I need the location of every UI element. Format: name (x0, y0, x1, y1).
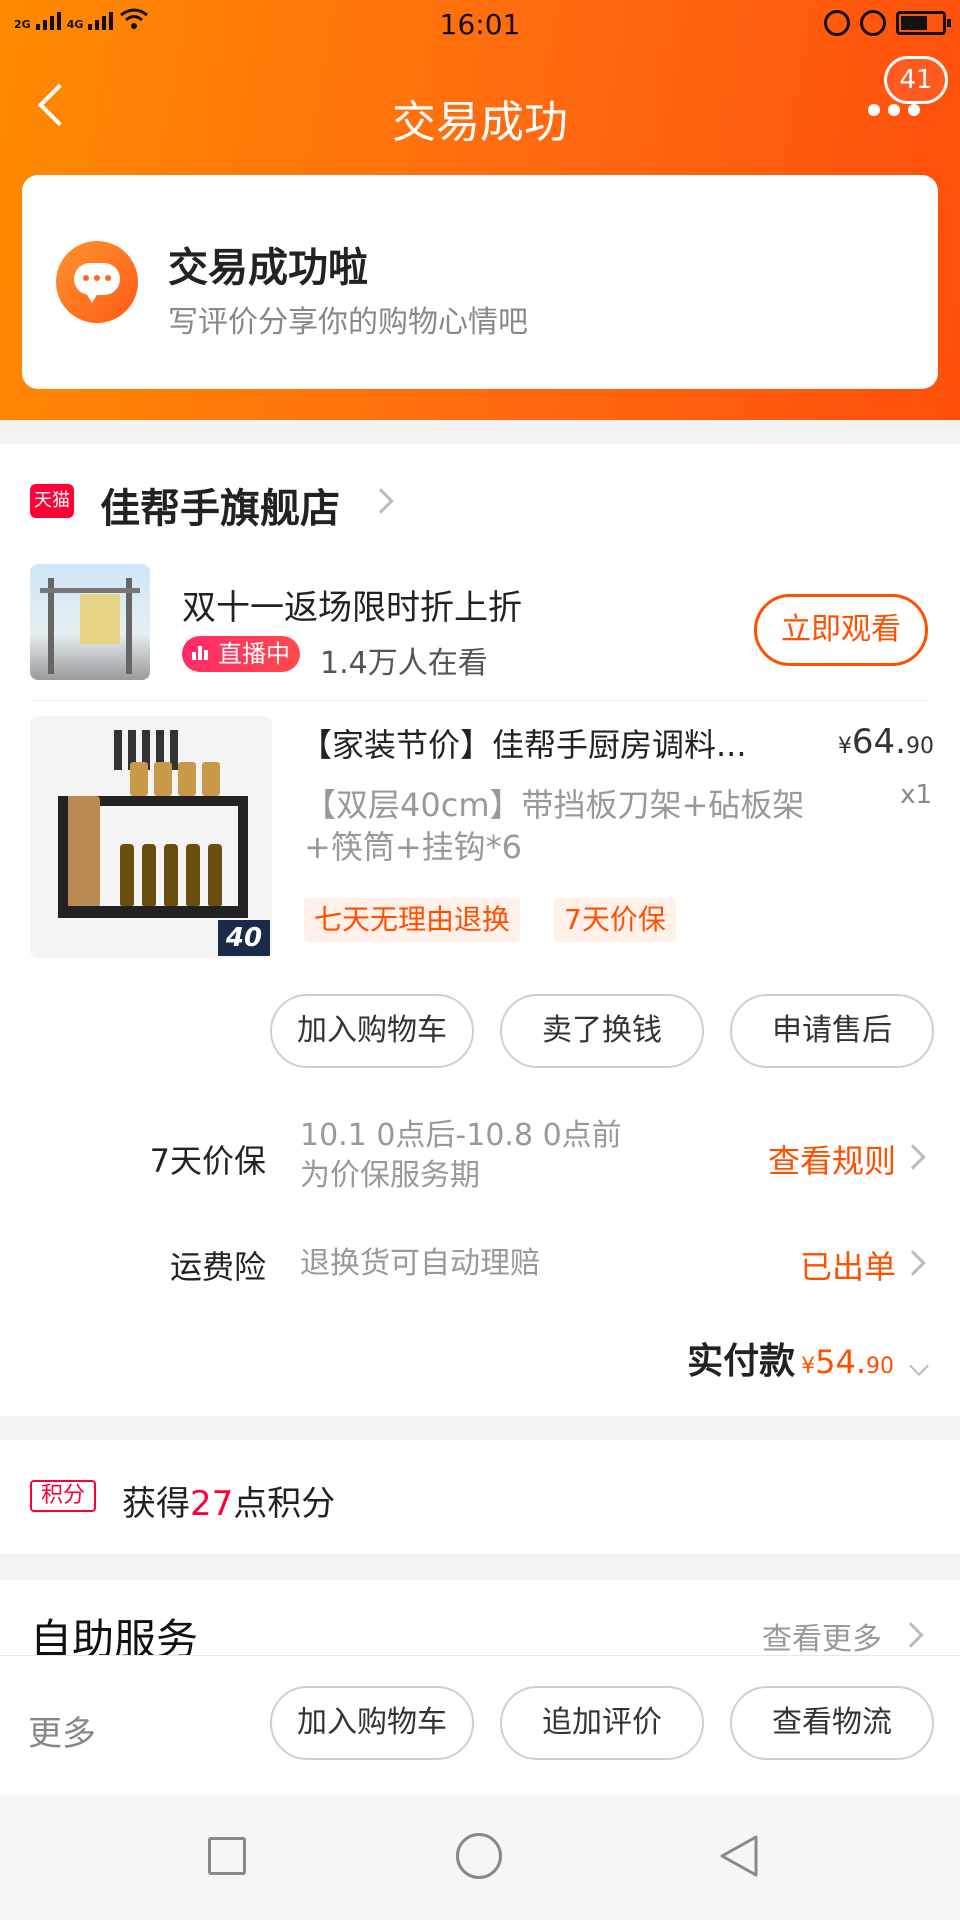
more-menu-icon[interactable] (868, 104, 920, 116)
points-card: 积分 获得27点积分 (0, 1440, 960, 1554)
points-icon: 积分 (30, 1480, 96, 1512)
equalizer-icon (192, 646, 208, 660)
shipping-insurance-desc: 退换货可自动理赔 (300, 1246, 540, 1281)
status-icons (824, 10, 951, 36)
watch-live-button[interactable]: 立即观看 (754, 594, 928, 666)
status-bar: 2G 4G 16:01 (0, 0, 960, 48)
chat-bubble-icon (56, 241, 138, 323)
view-logistics-button[interactable]: 查看物流 (730, 1686, 934, 1760)
divider (30, 700, 930, 701)
chevron-down-icon[interactable] (909, 1356, 929, 1376)
live-title[interactable]: 双十一返场限时折上折 (182, 580, 522, 629)
tmall-logo-icon: 天猫 (30, 484, 74, 518)
system-nav-bar (0, 1795, 960, 1920)
clock: 16:01 (439, 8, 521, 41)
page-title: 交易成功 (392, 97, 568, 148)
store-chevron-icon[interactable] (368, 488, 394, 514)
alarm-icon (860, 10, 886, 36)
price-protect-desc: 10.1 0点后-10.8 0点前为价保服务期 (300, 1118, 622, 1193)
success-title: 交易成功啦 (168, 245, 368, 291)
chevron-right-icon[interactable] (900, 1250, 926, 1276)
more-actions-button[interactable]: 更多 (28, 1706, 96, 1755)
live-watchers: 1.4万人在看 (320, 646, 488, 681)
return-policy-tag: 七天无理由退换 (304, 898, 521, 942)
points-text: 获得27点积分 (122, 1484, 336, 1524)
live-thumbnail[interactable] (30, 564, 150, 680)
view-more-link[interactable]: 查看更多 (762, 1614, 882, 1658)
store-name[interactable]: 佳帮手旗舰店 (100, 476, 340, 534)
product-quantity: x1 (900, 780, 932, 810)
battery-icon (896, 11, 951, 35)
view-rules-link[interactable]: 查看规则 (768, 1136, 896, 1182)
paid-amount: ¥54.90 (801, 1343, 894, 1381)
product-sku: 【双层40cm】带挡板刀架+砧板架+筷筒+挂钩*6 (304, 786, 805, 866)
price-protect-label: 7天价保 (149, 1142, 266, 1180)
add-review-button[interactable]: 追加评价 (500, 1686, 704, 1760)
resell-button[interactable]: 卖了换钱 (500, 994, 704, 1068)
rotation-lock-icon (824, 10, 850, 36)
shipping-insurance-label: 运费险 (169, 1248, 266, 1286)
success-card[interactable]: 交易成功啦 写评价分享你的购物心情吧 (22, 175, 938, 389)
product-image[interactable]: 40 (30, 716, 272, 958)
recent-apps-icon[interactable] (208, 1837, 246, 1875)
add-to-cart-button[interactable]: 加入购物车 (270, 994, 474, 1068)
success-subtitle: 写评价分享你的购物心情吧 (168, 305, 528, 340)
paid-label: 实付款 (687, 1341, 796, 1382)
chevron-right-icon[interactable] (898, 1622, 924, 1648)
price-protect-tag: 7天价保 (554, 898, 676, 942)
live-tag-label: 直播中 (218, 640, 290, 668)
message-count-badge: 41 (884, 56, 948, 104)
back-triangle-icon[interactable] (716, 1833, 762, 1879)
order-card: 天猫 佳帮手旗舰店 双十一返场限时折上折 直播中 1.4万人在看 立即观看 40… (0, 444, 960, 1416)
chevron-right-icon[interactable] (900, 1144, 926, 1170)
product-image-label: 40 (218, 920, 270, 956)
product-price: ¥64.90 (837, 722, 934, 762)
bottom-add-to-cart-button[interactable]: 加入购物车 (270, 1686, 474, 1760)
after-sales-button[interactable]: 申请售后 (730, 994, 934, 1068)
live-status-badge: 直播中 (182, 636, 300, 672)
home-icon[interactable] (456, 1833, 502, 1879)
bottom-action-bar: 更多 加入购物车 追加评价 查看物流 (0, 1655, 960, 1795)
product-title[interactable]: 【家装节价】佳帮手厨房调料... (300, 720, 780, 766)
paid-amount-row[interactable]: 实付款 ¥54.90 (687, 1332, 929, 1384)
insurance-issued-link[interactable]: 已出单 (800, 1242, 896, 1288)
